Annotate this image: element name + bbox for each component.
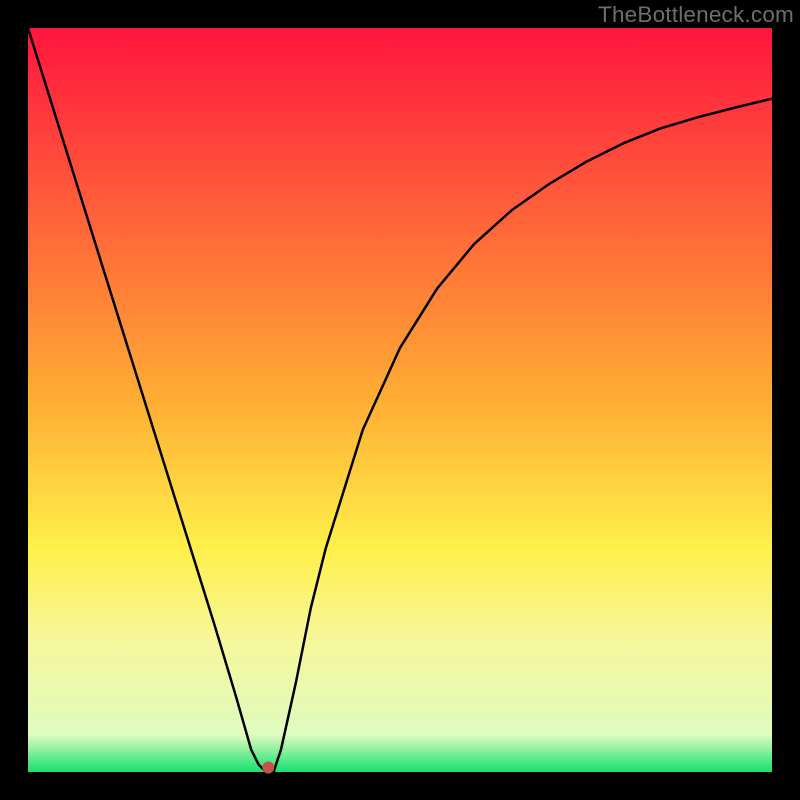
bottleneck-chart — [0, 0, 800, 800]
marker-dot — [262, 762, 274, 774]
chart-container: TheBottleneck.com — [0, 0, 800, 800]
plot-background — [28, 28, 772, 772]
watermark-label: TheBottleneck.com — [598, 2, 794, 28]
